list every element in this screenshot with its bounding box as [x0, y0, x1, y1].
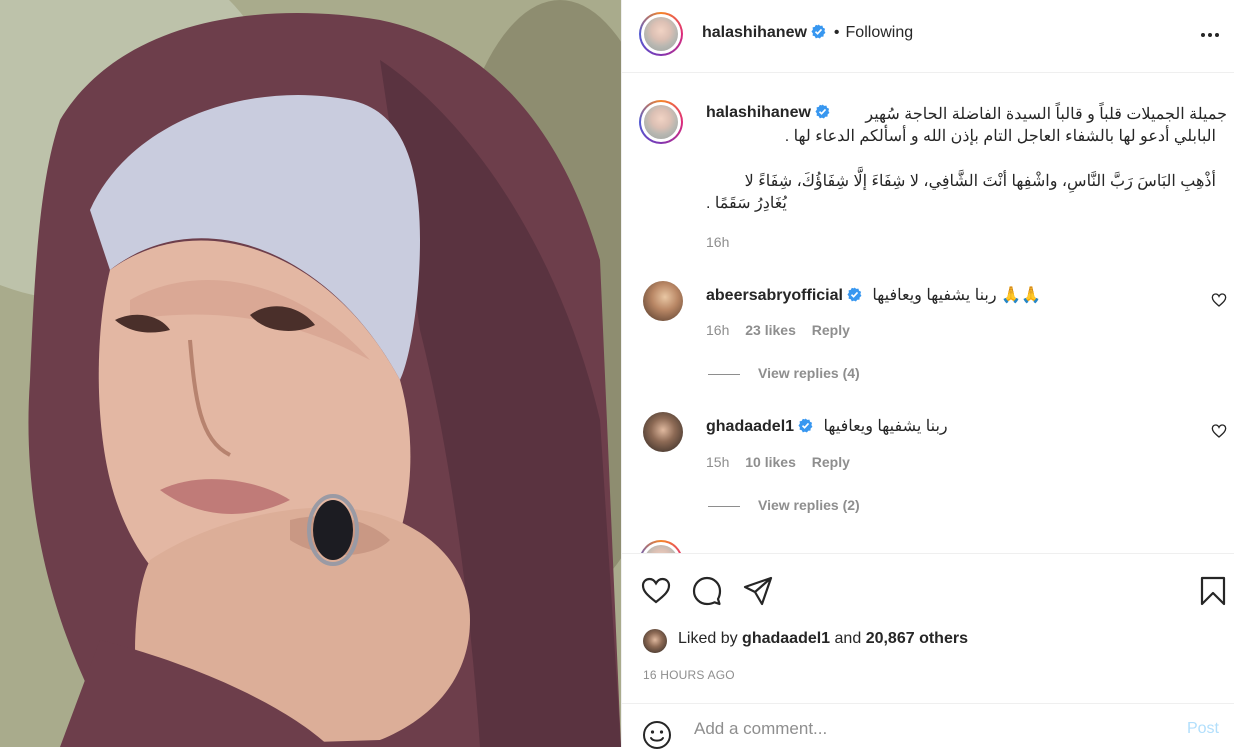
commenter-avatar[interactable]: [643, 281, 683, 321]
verified-badge-icon: [798, 418, 813, 433]
verified-badge-icon: [811, 24, 826, 39]
replies-divider: [708, 373, 740, 375]
comment-header: abeersabryofficial ربنا يشفيها ويعافيها …: [706, 285, 1041, 305]
author-username[interactable]: halashihanew: [702, 24, 807, 41]
comments-list[interactable]: halashihanew جميلة الجميلات قلباً و قالب…: [622, 73, 1234, 553]
view-replies-label: View replies (4): [758, 365, 860, 381]
caption-author-line: halashihanew: [706, 104, 830, 122]
portrait-illustration: [0, 0, 621, 747]
author-avatar[interactable]: [639, 12, 683, 56]
post-date[interactable]: 16 HOURS AGO: [643, 668, 735, 682]
caption-line-2: البابلي أدعو لها بالشفاء العاجل التام بإ…: [784, 128, 1216, 145]
replies-divider: [708, 505, 740, 507]
save-bookmark-icon[interactable]: [1197, 575, 1229, 607]
caption-line-1: جميلة الجميلات قلباً و قالباً السيدة الف…: [865, 106, 1227, 123]
liked-by-line: Liked by ghadaadel1 and 20,867 others: [678, 630, 968, 648]
comment-time: 16h: [706, 322, 730, 338]
comment-input[interactable]: [692, 718, 1136, 740]
comment-icon[interactable]: [691, 575, 723, 607]
caption-author-avatar[interactable]: [639, 100, 683, 144]
view-replies-button[interactable]: View replies (2): [708, 497, 860, 513]
share-send-icon[interactable]: [742, 575, 774, 607]
comment-time: 15h: [706, 454, 730, 470]
commenter-avatar-partial[interactable]: [639, 540, 683, 553]
author-line: halashihanew • Following: [702, 24, 913, 42]
view-replies-label: View replies (2): [758, 497, 860, 513]
verified-badge-icon: [815, 104, 830, 119]
add-comment-bar: Post: [622, 703, 1234, 750]
comment-likes[interactable]: 10 likes: [745, 454, 796, 470]
comment-likes[interactable]: 23 likes: [745, 322, 796, 338]
liked-by-user[interactable]: ghadaadel1: [742, 630, 830, 647]
commenter-avatar[interactable]: [643, 412, 683, 452]
commenter-username[interactable]: abeersabryofficial: [706, 287, 843, 304]
comment-meta: 15h 10 likes Reply: [706, 454, 850, 470]
post-detail-panel: halashihanew • Following halashihanew جميل…: [621, 0, 1234, 750]
verified-badge-icon: [847, 287, 862, 302]
caption-author-username[interactable]: halashihanew: [706, 104, 811, 121]
post-header: halashihanew • Following: [622, 0, 1234, 73]
comment-like-heart-icon[interactable]: [1211, 423, 1227, 439]
liker-avatar[interactable]: [643, 629, 667, 653]
liked-by-prefix: Liked by: [678, 630, 738, 647]
liked-by-others[interactable]: 20,867 others: [866, 630, 968, 647]
commenter-username[interactable]: ghadaadel1: [706, 418, 794, 435]
reply-button[interactable]: Reply: [812, 322, 850, 338]
like-heart-icon[interactable]: [640, 575, 672, 607]
liked-by-and: and: [834, 630, 862, 647]
more-options-icon[interactable]: [1199, 25, 1221, 45]
comment-text: ربنا يشفيها ويعافيها: [823, 418, 948, 435]
comment-text: ربنا يشفيها ويعافيها 🙏🙏: [872, 287, 1041, 304]
post-actions: Liked by ghadaadel1 and 20,867 others 16…: [622, 553, 1234, 704]
view-replies-button[interactable]: View replies (4): [708, 365, 860, 381]
reply-button[interactable]: Reply: [812, 454, 850, 470]
post-comment-button[interactable]: Post: [1187, 720, 1219, 738]
comment-meta: 16h 23 likes Reply: [706, 322, 850, 338]
comment-header: ghadaadel1 ربنا يشفيها ويعافيها: [706, 416, 948, 436]
caption-line-4: يُغَادِرُ سَقَمًا .: [706, 195, 787, 212]
following-button[interactable]: Following: [846, 24, 914, 41]
separator-dot: •: [833, 24, 840, 41]
comment-like-heart-icon[interactable]: [1211, 292, 1227, 308]
caption-time: 16h: [706, 234, 730, 250]
post-image[interactable]: [0, 0, 621, 747]
caption-line-3: أذْهِبِ البَاسَ رَبَّ النَّاسِ، واشْفِها…: [744, 173, 1216, 190]
emoji-icon[interactable]: [642, 720, 672, 750]
